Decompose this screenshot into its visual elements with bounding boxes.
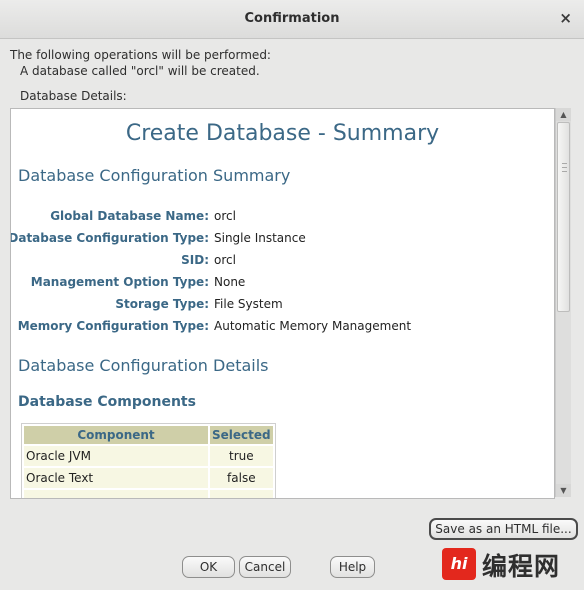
section-details-heading: Database Configuration Details	[18, 356, 269, 375]
table-row	[24, 490, 273, 498]
field-row: Global Database Name: orcl	[11, 209, 554, 227]
details-label: Database Details:	[20, 89, 127, 103]
component-selected-cell: false	[210, 468, 273, 488]
cancel-button[interactable]: Cancel	[239, 556, 291, 578]
field-value: orcl	[214, 209, 236, 223]
field-row: Storage Type: File System	[11, 297, 554, 315]
intro-line-2: A database called "orcl" will be created…	[20, 64, 260, 78]
ok-button[interactable]: OK	[182, 556, 235, 578]
scroll-down-arrow-icon[interactable]: ▼	[556, 484, 571, 497]
component-name-cell: Oracle JVM	[24, 446, 208, 466]
component-selected-cell: true	[210, 446, 273, 466]
field-row: Memory Configuration Type: Automatic Mem…	[11, 319, 554, 337]
grip-line	[562, 167, 567, 168]
report-title: Create Database - Summary	[125, 121, 440, 146]
field-label: Storage Type:	[115, 297, 209, 311]
vertical-scrollbar[interactable]: ▲ ▼	[555, 108, 571, 497]
window-title: Confirmation	[244, 11, 340, 26]
field-label: Global Database Name:	[50, 209, 209, 223]
component-selected-cell	[210, 490, 273, 498]
save-as-html-button[interactable]: Save as an HTML file...	[429, 518, 578, 540]
field-row: Database Configuration Type: Single Inst…	[11, 231, 554, 249]
title-bar: Confirmation ×	[0, 0, 584, 39]
field-label: Memory Configuration Type:	[17, 319, 209, 333]
components-table: Component Selected Oracle JVM true Oracl…	[21, 423, 276, 498]
component-name-cell: Oracle Text	[24, 468, 208, 488]
field-value: None	[214, 275, 246, 289]
close-icon[interactable]: ×	[559, 9, 572, 27]
field-label: Management Option Type:	[30, 275, 209, 289]
watermark-text: 编程网	[482, 552, 561, 581]
summary-report-panel[interactable]: Create Database - Summary Database Confi…	[10, 108, 555, 499]
column-header-selected: Selected	[210, 426, 273, 444]
scrollbar-thumb[interactable]	[557, 122, 570, 312]
help-button[interactable]: Help	[330, 556, 375, 578]
watermark-logo-icon: hi	[442, 548, 476, 580]
section-components-heading: Database Components	[18, 394, 196, 410]
field-value: orcl	[214, 253, 236, 267]
watermark: hi 编程网	[442, 546, 582, 584]
grip-line	[562, 163, 567, 164]
table-row: Oracle Text false	[24, 468, 273, 488]
field-row: SID: orcl	[11, 253, 554, 271]
intro-line-1: The following operations will be perform…	[10, 48, 271, 62]
field-value: File System	[214, 297, 283, 311]
table-row: Oracle JVM true	[24, 446, 273, 466]
field-value: Automatic Memory Management	[214, 319, 412, 333]
component-name-cell	[24, 490, 208, 498]
table-header-row: Component Selected	[24, 426, 273, 444]
section-summary-heading: Database Configuration Summary	[18, 166, 291, 185]
scroll-up-arrow-icon[interactable]: ▲	[556, 108, 571, 121]
field-value: Single Instance	[214, 231, 306, 245]
field-row: Management Option Type: None	[11, 275, 554, 293]
column-header-component: Component	[24, 426, 208, 444]
field-label: Database Configuration Type:	[10, 231, 209, 245]
field-label: SID:	[181, 253, 209, 267]
grip-line	[562, 171, 567, 172]
